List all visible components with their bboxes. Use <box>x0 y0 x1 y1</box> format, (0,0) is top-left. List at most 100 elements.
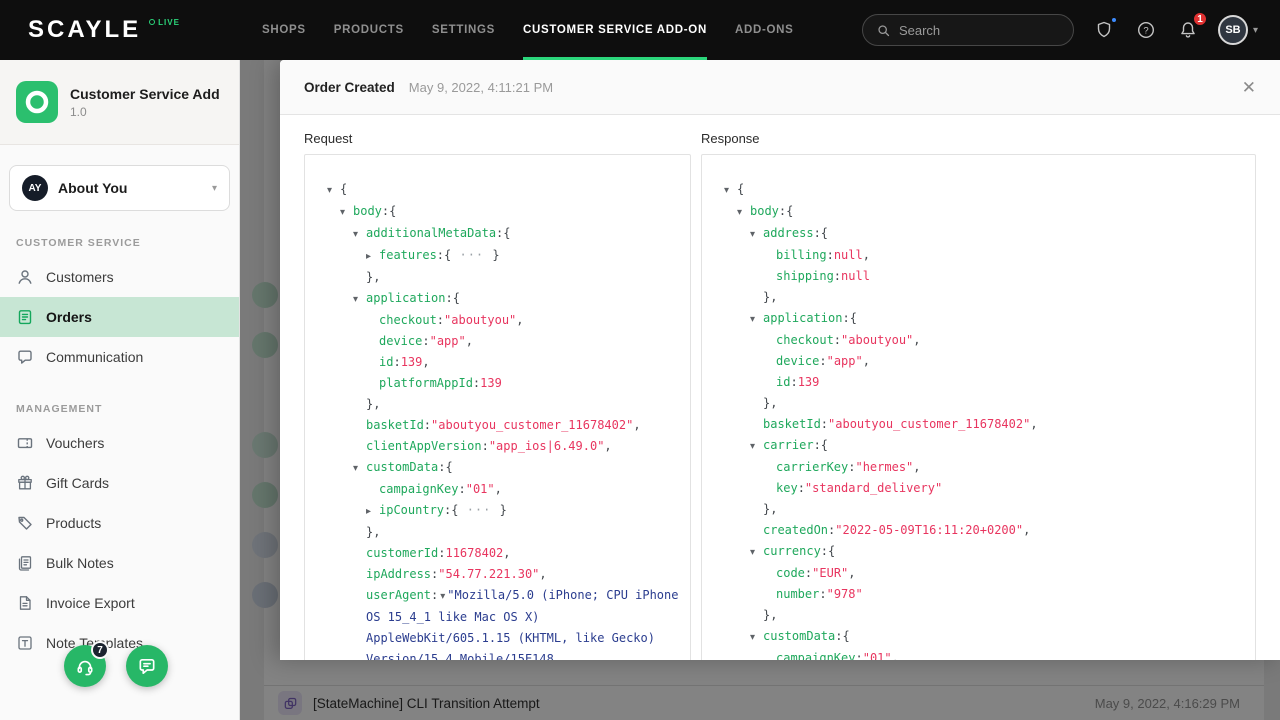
json-key: ipCountry <box>379 503 444 517</box>
collapse-arrow-icon[interactable]: ▾ <box>327 180 340 201</box>
collapse-arrow-icon[interactable]: ▾ <box>750 436 763 457</box>
user-menu[interactable]: SB ▾ <box>1218 15 1258 45</box>
json-punctuation: } <box>492 248 499 262</box>
json-punctuation: }, <box>366 397 380 411</box>
whats-new-button[interactable] <box>1092 18 1116 42</box>
app-meta: Customer Service Add-... 1.0 <box>70 86 220 119</box>
json-punctuation: } <box>500 503 507 517</box>
sidebar-item-bulk-notes[interactable]: Bulk Notes <box>0 543 239 583</box>
json-punctuation: }, <box>366 270 380 284</box>
json-string: "2022-05-09T16:11:20+0200" <box>835 523 1023 537</box>
json-line: checkout:"aboutyou", <box>313 310 682 331</box>
sidebar-item-gift-cards[interactable]: Gift Cards <box>0 463 239 503</box>
sidebar-item-note-templates[interactable]: Note Templates <box>0 623 239 663</box>
json-line: id:139, <box>313 352 682 373</box>
json-number: 11678402 <box>445 546 503 560</box>
shop-selector-label: About You <box>58 180 202 196</box>
json-punctuation: : <box>821 417 828 431</box>
json-key: features <box>379 248 437 262</box>
modal-body: Request ▾{▾body:{▾additionalMetaData:{▸f… <box>280 115 1280 660</box>
app-version: 1.0 <box>70 105 220 119</box>
collapse-arrow-icon[interactable]: ▾ <box>750 224 763 245</box>
support-button[interactable]: 7 <box>64 645 106 687</box>
json-line: ▸ipCountry:{ ··· } <box>313 500 682 522</box>
json-punctuation: :{ <box>842 311 856 325</box>
sidebar-item-vouchers[interactable]: Vouchers <box>0 423 239 463</box>
shop-avatar: AY <box>22 175 48 201</box>
sidebar-item-label: Bulk Notes <box>46 555 114 571</box>
json-string: "aboutyou" <box>841 333 913 347</box>
json-key: address <box>763 226 814 240</box>
request-label: Request <box>304 131 691 146</box>
nav-customer-service-add-on[interactable]: CUSTOMER SERVICE ADD-ON <box>523 0 707 60</box>
json-punctuation: :{ <box>445 291 459 305</box>
json-punctuation: }, <box>366 525 380 539</box>
json-key: campaignKey <box>379 482 458 496</box>
collapse-arrow-icon[interactable]: ▾ <box>750 542 763 563</box>
json-punctuation: :{ <box>814 438 828 452</box>
request-json-viewer[interactable]: ▾{▾body:{▾additionalMetaData:{▸features:… <box>304 154 691 660</box>
json-line: ▾additionalMetaData:{ <box>313 223 682 245</box>
json-line: }, <box>710 499 1247 520</box>
collapse-arrow-icon[interactable]: ▾ <box>724 180 737 201</box>
sidebar-item-products[interactable]: Products <box>0 503 239 543</box>
request-column: Request ▾{▾body:{▾additionalMetaData:{▸f… <box>304 131 691 660</box>
json-key: currency <box>763 544 821 558</box>
collapse-arrow-icon[interactable]: ▾ <box>737 202 750 223</box>
json-line: ▾{ <box>710 179 1247 201</box>
collapse-arrow-icon[interactable]: ▾ <box>340 202 353 223</box>
json-line: device:"app", <box>313 331 682 352</box>
section-label: MANAGEMENT <box>16 403 223 415</box>
json-line: ▾currency:{ <box>710 541 1247 563</box>
sidebar-item-customers[interactable]: Customers <box>0 257 239 297</box>
avatar[interactable]: SB <box>1218 15 1248 45</box>
collapse-arrow-icon[interactable]: ▾ <box>750 627 763 648</box>
chat-bubble-icon <box>137 656 157 676</box>
sidebar-item-label: Vouchers <box>46 435 104 451</box>
modal-header: Order Created May 9, 2022, 4:11:21 PM ✕ <box>280 60 1280 115</box>
nav-add-ons[interactable]: ADD-ONS <box>735 0 794 60</box>
expand-arrow-icon[interactable]: ▸ <box>366 501 379 522</box>
json-number: 139 <box>798 375 820 389</box>
sidebar-item-communication[interactable]: Communication <box>0 337 239 377</box>
json-punctuation: , <box>539 567 546 581</box>
notification-badge: 1 <box>1192 11 1208 27</box>
json-key: checkout <box>776 333 834 347</box>
json-null: null <box>834 248 863 262</box>
nav-products[interactable]: PRODUCTS <box>334 0 404 60</box>
sidebar-item-invoice-export[interactable]: Invoice Export <box>0 583 239 623</box>
collapse-arrow-icon[interactable]: ▾ <box>440 591 445 602</box>
app-name: Customer Service Add-... <box>70 86 220 102</box>
sidebar-item-label: Gift Cards <box>46 475 109 491</box>
json-line: ▾address:{ <box>710 223 1247 245</box>
json-punctuation: :{ <box>835 629 849 643</box>
json-key: clientAppVersion <box>366 439 482 453</box>
json-line: ▾carrier:{ <box>710 435 1247 457</box>
collapse-arrow-icon[interactable]: ▾ <box>353 224 366 245</box>
collapse-arrow-icon[interactable]: ▾ <box>353 289 366 310</box>
json-punctuation: : <box>431 588 438 602</box>
json-punctuation: , <box>863 248 870 262</box>
json-line: }, <box>313 267 682 288</box>
feedback-button[interactable] <box>126 645 168 687</box>
nav-settings[interactable]: SETTINGS <box>432 0 495 60</box>
search-input[interactable]: Search <box>862 14 1074 46</box>
close-icon[interactable]: ✕ <box>1242 79 1256 96</box>
collapse-arrow-icon[interactable]: ▾ <box>353 458 366 479</box>
response-json-viewer[interactable]: ▾{▾body:{▾address:{billing:null,shipping… <box>701 154 1256 660</box>
scayle-logo[interactable]: SCAYLE LIVE <box>0 0 262 60</box>
json-key: application <box>763 311 842 325</box>
help-button[interactable]: ? <box>1134 18 1158 42</box>
nav-shops[interactable]: SHOPS <box>262 0 306 60</box>
collapse-arrow-icon[interactable]: ▾ <box>750 309 763 330</box>
json-punctuation: , <box>848 566 855 580</box>
order-created-modal: Order Created May 9, 2022, 4:11:21 PM ✕ … <box>280 60 1280 660</box>
json-punctuation: , <box>863 354 870 368</box>
json-punctuation: , <box>422 355 429 369</box>
notifications-button[interactable]: 1 <box>1176 18 1200 42</box>
json-number: 139 <box>480 376 502 390</box>
sidebar-item-orders[interactable]: Orders <box>0 297 239 337</box>
expand-arrow-icon[interactable]: ▸ <box>366 246 379 267</box>
shop-selector[interactable]: AY About You ▾ <box>9 165 230 211</box>
json-string: "standard_delivery" <box>805 481 942 495</box>
